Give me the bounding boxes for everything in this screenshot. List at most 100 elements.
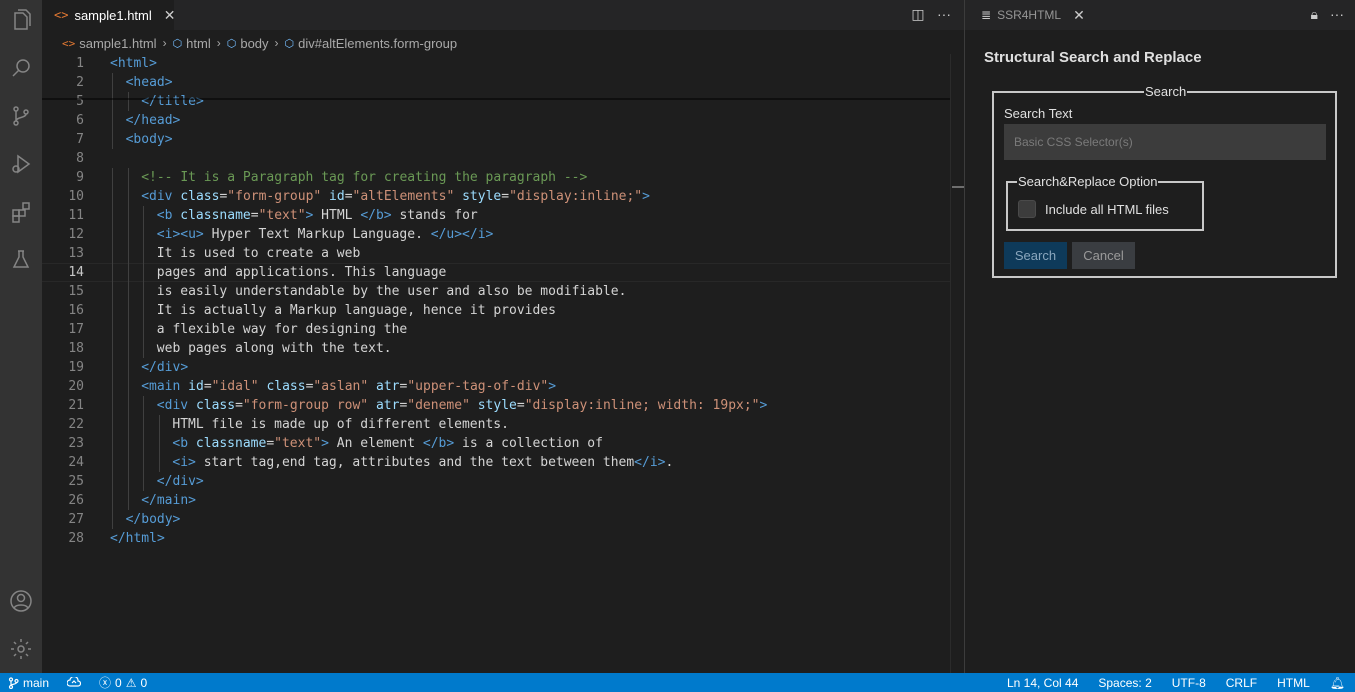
indent-guide	[143, 263, 145, 282]
search-fieldset: Search Search Text Search&Replace Option…	[992, 84, 1337, 278]
split-editor-icon[interactable]: ◫	[910, 6, 926, 23]
encoding[interactable]: UTF-8	[1172, 676, 1206, 690]
branch-indicator[interactable]: main	[8, 676, 49, 690]
panel-title: Structural Search and Replace	[984, 49, 1202, 66]
code-line[interactable]: 15 is easily understandable by the user a…	[42, 282, 950, 301]
code-line[interactable]: 22 HTML file is made up of different elem…	[42, 415, 950, 434]
search-input[interactable]	[1004, 124, 1326, 160]
code-line[interactable]: 8	[42, 149, 950, 168]
tab-ssr4html[interactable]: ≣ SSR4HTML ✕	[965, 0, 1093, 30]
line-number: 22	[68, 417, 84, 432]
sync-icon[interactable]	[67, 676, 82, 689]
breadcrumb-body[interactable]: body	[240, 36, 268, 51]
include-all-checkbox[interactable]	[1018, 200, 1036, 218]
line-number: 2	[76, 75, 84, 90]
code-line[interactable]: 26 </main>	[42, 491, 950, 510]
line-number: 19	[68, 360, 84, 375]
run-debug-icon[interactable]	[0, 144, 42, 184]
indent-guide	[127, 187, 129, 206]
breadcrumb-file[interactable]: sample1.html	[79, 36, 156, 51]
indent-guide	[112, 130, 113, 149]
panel-tab-label: SSR4HTML	[997, 8, 1062, 22]
code-line[interactable]: 1 <html>	[42, 54, 950, 73]
code-line[interactable]: 9 <!-- It is a Paragraph tag for creating…	[42, 168, 950, 187]
editor-tab-bar: <> sample1.html ✕ ◫ ···	[42, 0, 964, 30]
line-number: 15	[68, 284, 84, 299]
indent-guide	[112, 301, 113, 320]
testing-icon[interactable]	[0, 240, 42, 280]
code-line[interactable]: 17 a flexible way for designing the	[42, 320, 950, 339]
code-line[interactable]: 24 <i> start tag,end tag, attributes and …	[42, 453, 950, 472]
more-actions-icon[interactable]: ···	[1330, 6, 1344, 23]
cursor-position[interactable]: Ln 14, Col 44	[1007, 676, 1078, 690]
more-actions-icon[interactable]: ···	[936, 6, 952, 23]
line-number: 5	[76, 94, 84, 109]
indent-guide	[127, 472, 129, 491]
code-line[interactable]: 14 pages and applications. This language	[42, 263, 950, 282]
indent-guide	[112, 396, 113, 415]
line-text: pages and applications. This language	[156, 265, 447, 280]
line-number: 11	[68, 208, 84, 223]
code-editor[interactable]: 1 <html> 2 <head> 5 </title> 6 </head> 7 <body> 8 9…	[42, 54, 950, 673]
indent-guide	[112, 415, 113, 434]
indent-guide	[127, 320, 129, 339]
line-text: <head>	[125, 75, 173, 90]
code-line[interactable]: 12 <i><u> Hyper Text Markup Language. </u…	[42, 225, 950, 244]
language-mode[interactable]: HTML	[1277, 676, 1310, 690]
indent-guide	[127, 377, 129, 396]
preview-icon: ≣	[981, 8, 992, 22]
code-line[interactable]: 5 </title>	[42, 92, 950, 111]
line-ending[interactable]: CRLF	[1226, 676, 1257, 690]
notifications-bell-icon[interactable]: 🔔︎	[1330, 676, 1345, 690]
search-button[interactable]: Search	[1004, 242, 1067, 269]
panel-body: Structural Search and Replace Search Sea…	[965, 30, 1355, 673]
indent-guide	[127, 225, 129, 244]
option-fieldset: Search&Replace Option Include all HTML f…	[1006, 174, 1204, 231]
code-line[interactable]: 11 <b classname="text"> HTML </b> stands …	[42, 206, 950, 225]
problems-indicator[interactable]: ⓧ 0 ⚠ 0	[99, 674, 147, 691]
indent-guide	[112, 472, 113, 491]
indent-guide	[127, 491, 129, 510]
tab-sample1-html[interactable]: <> sample1.html ✕	[42, 0, 176, 30]
include-all-label[interactable]: Include all HTML files	[1045, 202, 1169, 217]
line-text: </div>	[141, 360, 189, 375]
code-line[interactable]: 13 It is used to create a web	[42, 244, 950, 263]
line-number: 9	[76, 170, 84, 185]
line-number: 7	[76, 132, 84, 147]
line-number: 21	[68, 398, 84, 413]
breadcrumb-html[interactable]: html	[186, 36, 211, 51]
code-line[interactable]: 28 </html>	[42, 529, 950, 548]
code-line[interactable]: 20 <main id="idal" class="aslan" atr="upp…	[42, 377, 950, 396]
account-icon[interactable]	[0, 581, 42, 621]
code-line[interactable]: 23 <b classname="text"> An element </b> i…	[42, 434, 950, 453]
code-line[interactable]: 18 web pages along with the text.	[42, 339, 950, 358]
line-text: It is actually a Markup language, hence …	[156, 303, 556, 318]
code-line[interactable]: 6 </head>	[42, 111, 950, 130]
code-line[interactable]: 2 <head>	[42, 73, 950, 92]
code-line[interactable]: 10 <div class="form-group" id="altElement…	[42, 187, 950, 206]
code-line[interactable]: 21 <div class="form-group row" atr="denem…	[42, 396, 950, 415]
extensions-icon[interactable]	[0, 192, 42, 232]
editor-scrollbar[interactable]	[950, 54, 964, 673]
code-line[interactable]: 25 </div>	[42, 472, 950, 491]
indent-guide	[127, 244, 129, 263]
breadcrumb-div[interactable]: div#altElements.form-group	[298, 36, 457, 51]
code-line[interactable]: 19 </div>	[42, 358, 950, 377]
close-icon[interactable]: ✕	[1073, 7, 1085, 24]
panel-actions: 🔒︎ ···	[1311, 6, 1344, 23]
code-line[interactable]: 16 It is actually a Markup language, henc…	[42, 301, 950, 320]
indentation[interactable]: Spaces: 2	[1098, 676, 1151, 690]
close-icon[interactable]: ✕	[164, 7, 176, 24]
cancel-button[interactable]: Cancel	[1072, 242, 1135, 269]
search-icon[interactable]	[0, 48, 42, 88]
panel-tab-bar: ≣ SSR4HTML ✕ 🔒︎ ···	[965, 0, 1355, 30]
status-bar: main ⓧ 0 ⚠ 0 Ln 14, Col 44 Spaces: 2 UTF…	[0, 673, 1355, 692]
explorer-icon[interactable]	[0, 0, 42, 40]
lock-icon[interactable]: 🔒︎	[1311, 6, 1318, 23]
code-line[interactable]: 27 </body>	[42, 510, 950, 529]
manage-gear-icon[interactable]	[0, 629, 42, 669]
indent-guide	[143, 453, 145, 472]
indent-guide	[127, 301, 129, 320]
code-line[interactable]: 7 <body>	[42, 130, 950, 149]
source-control-icon[interactable]	[0, 96, 42, 136]
